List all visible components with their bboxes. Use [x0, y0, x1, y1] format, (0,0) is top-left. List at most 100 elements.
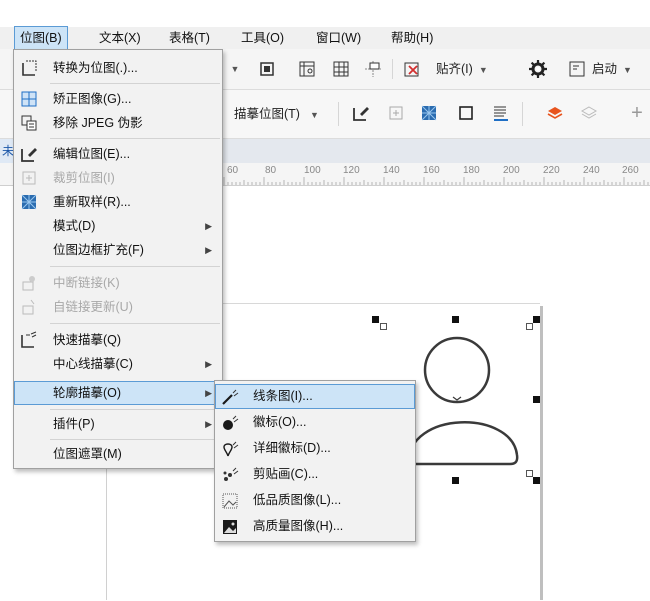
menu-item-quick-trace[interactable]: 快速描摹(Q): [14, 328, 222, 352]
menu-item-inflate-bitmap[interactable]: 位图边框扩充(F) ▶: [14, 238, 222, 262]
ruler-tick-label: 100: [304, 165, 321, 176]
menu-item-label: 矫正图像(G)...: [53, 92, 132, 106]
menu-table[interactable]: 表格(T): [164, 27, 215, 49]
show-rulers-icon[interactable]: [296, 58, 318, 80]
page-shadow: [540, 306, 543, 600]
high-quality-image-icon: [221, 518, 239, 536]
menu-item-outline-trace[interactable]: 轮廓描摹(O) ▶: [14, 381, 222, 405]
ruler-tick-label: 200: [503, 165, 520, 176]
menu-item-label: 中断链接(K): [53, 276, 120, 290]
quick-trace-icon: [20, 331, 38, 349]
menu-item-update-link[interactable]: 自链接更新(U): [14, 295, 222, 319]
selection-handle[interactable]: [526, 470, 533, 477]
menu-item-remove-jpeg-artifacts[interactable]: 移除 JPEG 伪影: [14, 111, 222, 135]
menu-item-label: 位图遮罩(M): [53, 447, 122, 461]
submenu-arrow-icon: ▶: [205, 221, 212, 231]
submenu-item-high-quality-image[interactable]: 高质量图像(H)...: [215, 514, 415, 539]
options-gear-icon[interactable]: [527, 58, 549, 80]
menu-item-label: 裁剪位图(I): [53, 171, 115, 185]
chevron-down-icon: ▼: [309, 110, 319, 120]
ruler-tick-label: 260: [622, 165, 639, 176]
clipart-icon: [221, 466, 239, 484]
ruler-tick-label: 180: [463, 165, 480, 176]
edit-bitmap-icon[interactable]: [350, 102, 372, 124]
edit-bitmap-icon: [20, 145, 38, 163]
snap-dropdown[interactable]: 贴齐(I) ▼: [436, 58, 488, 80]
menu-text[interactable]: 文本(X): [94, 27, 146, 49]
resample-icon: [20, 193, 38, 211]
trace-bitmap-dropdown[interactable]: 描摹位图(T) ▼: [234, 103, 319, 125]
selection-handle[interactable]: [533, 477, 540, 484]
logo-icon: [221, 414, 239, 432]
application-launcher-icon[interactable]: [566, 58, 588, 80]
snap-off-icon[interactable]: [401, 58, 423, 80]
add-icon[interactable]: +: [626, 102, 648, 124]
selection-handle[interactable]: [533, 316, 540, 323]
menu-item-convert-to-bitmap[interactable]: 转换为位图(.)...: [14, 56, 222, 80]
snap-label: 贴齐(I): [436, 62, 473, 76]
show-guidelines-icon[interactable]: [362, 58, 384, 80]
launch-dropdown[interactable]: 启动 ▼: [592, 58, 632, 80]
submenu-item-detailed-logo[interactable]: 详细徽标(D)...: [215, 436, 415, 461]
update-link-icon: [20, 298, 38, 316]
selection-handle[interactable]: [452, 316, 459, 323]
crop-bitmap-icon: [20, 169, 38, 187]
selection-handle[interactable]: [526, 323, 533, 330]
launch-label: 启动: [592, 62, 618, 76]
menu-bitmap[interactable]: 位图(B): [14, 26, 68, 50]
menu-item-bitmap-mask[interactable]: 位图遮罩(M): [14, 442, 222, 466]
chevron-down-icon: ▼: [623, 65, 632, 75]
menu-item-label: 中心线描摹(C): [53, 357, 133, 371]
submenu-item-clipart[interactable]: 剪贴画(C)...: [215, 462, 415, 487]
menu-item-mode[interactable]: 模式(D) ▶: [14, 214, 222, 238]
selection-handle[interactable]: [380, 323, 387, 330]
resample-icon[interactable]: [418, 102, 440, 124]
ruler-tick-label: 120: [343, 165, 360, 176]
ruler-tick-label: 160: [423, 165, 440, 176]
ruler-tick-label: 220: [543, 165, 560, 176]
user-avatar-graphic[interactable]: [400, 330, 530, 470]
menu-tools[interactable]: 工具(O): [236, 27, 289, 49]
layers-disabled-icon[interactable]: [578, 102, 600, 124]
menu-item-break-link[interactable]: 中断链接(K): [14, 271, 222, 295]
selection-handle[interactable]: [533, 396, 540, 403]
menu-item-straighten-image[interactable]: 矫正图像(G)...: [14, 87, 222, 111]
bitmap-color-mask-icon[interactable]: [490, 102, 512, 124]
menu-item-plugins[interactable]: 插件(P) ▶: [14, 412, 222, 436]
bitmap-border-icon[interactable]: [455, 102, 477, 124]
layers-icon[interactable]: [544, 102, 566, 124]
ruler-tick-label: 140: [383, 165, 400, 176]
submenu-item-label: 详细徽标(D)...: [253, 441, 331, 455]
dropdown-arrow-icon[interactable]: ▼: [228, 58, 242, 80]
line-art-icon: [221, 388, 239, 406]
crop-bitmap-icon[interactable]: [385, 102, 407, 124]
menu-item-edit-bitmap[interactable]: 编辑位图(E)...: [14, 142, 222, 166]
submenu-item-label: 低品质图像(L)...: [253, 493, 342, 507]
menu-item-label: 移除 JPEG 伪影: [53, 116, 143, 130]
ruler-tick-label: 60: [227, 165, 239, 176]
detailed-logo-icon: [221, 440, 239, 458]
full-screen-preview-icon[interactable]: [256, 58, 278, 80]
menu-window[interactable]: 窗口(W): [311, 27, 366, 49]
submenu-item-logo[interactable]: 徽标(O)...: [215, 410, 415, 435]
submenu-arrow-icon: ▶: [205, 388, 212, 398]
submenu-arrow-icon: ▶: [205, 419, 212, 429]
menu-item-crop-bitmap[interactable]: 裁剪位图(I): [14, 166, 222, 190]
ruler-tick-label: 80: [265, 165, 277, 176]
selection-handle[interactable]: [452, 477, 459, 484]
menu-help[interactable]: 帮助(H): [386, 27, 438, 49]
break-link-icon: [20, 274, 38, 292]
submenu-item-line-art[interactable]: 线条图(I)...: [215, 384, 415, 409]
chevron-down-icon: ▼: [478, 65, 488, 75]
menu-item-centerline-trace[interactable]: 中心线描摹(C) ▶: [14, 352, 222, 376]
ruler-tick-label: 240: [583, 165, 600, 176]
selection-handle[interactable]: [372, 316, 379, 323]
menu-item-resample[interactable]: 重新取样(R)...: [14, 190, 222, 214]
bitmap-menu: 转换为位图(.)... 矫正图像(G)... 移除 JPEG 伪影 编辑位图(E…: [13, 49, 223, 469]
submenu-item-low-quality-image[interactable]: 低品质图像(L)...: [215, 488, 415, 513]
straighten-image-icon: [20, 90, 38, 108]
menu-item-label: 位图边框扩充(F): [53, 243, 144, 257]
submenu-arrow-icon: ▶: [205, 359, 212, 369]
menu-bar: 位图(B) 文本(X) 表格(T) 工具(O) 窗口(W) 帮助(H): [0, 26, 650, 50]
show-grid-icon[interactable]: [330, 58, 352, 80]
